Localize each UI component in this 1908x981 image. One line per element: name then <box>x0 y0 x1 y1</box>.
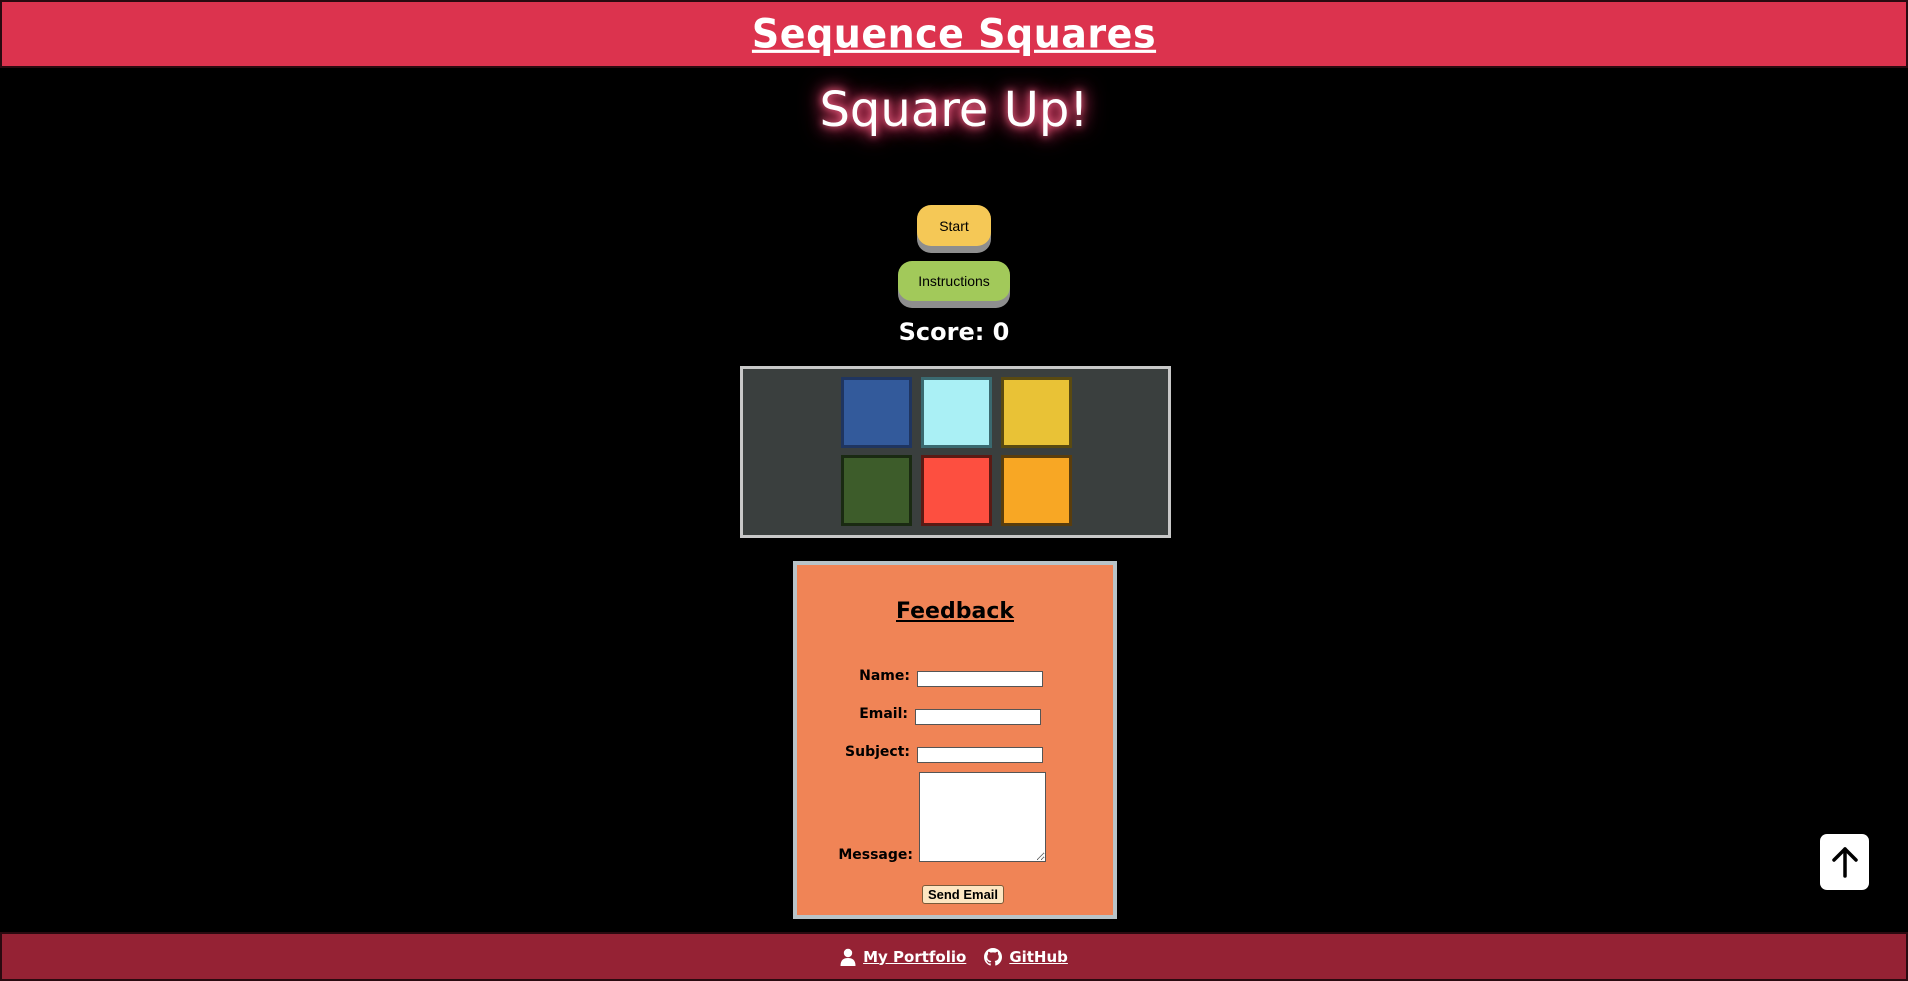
instructions-button[interactable]: Instructions <box>898 261 1010 301</box>
game-title: Square Up! <box>819 82 1089 138</box>
message-label: Message: <box>838 847 913 863</box>
email-label: Email: <box>859 706 908 722</box>
site-title: Sequence Squares <box>751 10 1157 58</box>
square-green[interactable] <box>841 455 912 526</box>
portfolio-link[interactable]: My Portfolio <box>840 948 966 966</box>
start-button[interactable]: Start <box>917 205 991 246</box>
score-display: Score: 0 <box>898 318 1010 346</box>
message-field[interactable] <box>919 772 1046 862</box>
subject-field[interactable] <box>917 747 1043 763</box>
square-cyan[interactable] <box>921 377 992 448</box>
portfolio-label: My Portfolio <box>863 947 967 966</box>
name-label: Name: <box>859 668 910 684</box>
square-yellow[interactable] <box>1001 377 1072 448</box>
user-icon <box>840 948 856 966</box>
github-icon <box>984 947 1003 966</box>
github-label: GitHub <box>1009 947 1068 966</box>
back-to-top-button[interactable] <box>1820 834 1869 890</box>
send-email-button[interactable]: Send Email <box>922 885 1004 904</box>
square-orange[interactable] <box>1001 455 1072 526</box>
site-header: Sequence Squares <box>0 0 1908 68</box>
subject-label: Subject: <box>845 744 910 760</box>
feedback-title: Feedback <box>896 599 1014 624</box>
name-field[interactable] <box>917 671 1043 687</box>
game-board <box>740 366 1171 538</box>
site-footer: My Portfolio GitHub <box>0 932 1908 981</box>
email-field[interactable] <box>915 709 1041 725</box>
square-red[interactable] <box>921 455 992 526</box>
arrow-up-icon <box>1831 847 1858 878</box>
feedback-form: Feedback Name: Email: Subject: Message: … <box>793 561 1117 919</box>
square-blue[interactable] <box>841 377 912 448</box>
github-link[interactable]: GitHub <box>984 947 1068 966</box>
